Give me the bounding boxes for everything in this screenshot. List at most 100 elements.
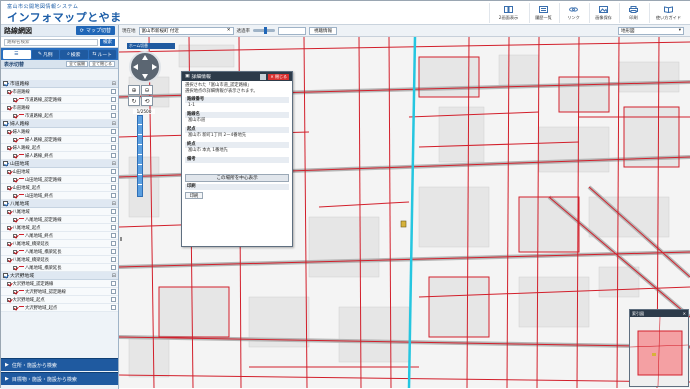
zoom-out-area-button[interactable]: ⊖: [141, 85, 153, 95]
layer-item[interactable]: 八尾地域: [1, 208, 118, 216]
layer-item-checkbox[interactable]: [7, 297, 11, 302]
layer-info-icon[interactable]: [111, 177, 116, 182]
collapse-icon[interactable]: ⊟: [112, 161, 116, 167]
guide-button[interactable]: 使い方ガイド: [649, 3, 687, 23]
layer-info-icon[interactable]: [111, 185, 116, 190]
layer-info-icon[interactable]: [111, 249, 116, 254]
layer-item-checkbox[interactable]: [13, 193, 17, 198]
tab-legend[interactable]: ✎ 凡例: [31, 49, 59, 59]
layer-item[interactable]: 山田地域_終点: [1, 192, 118, 200]
layer-group-checkbox[interactable]: [3, 81, 8, 86]
layer-group[interactable]: 八尾地域 ⊟: [1, 200, 118, 208]
layer-item-checkbox[interactable]: [7, 105, 11, 110]
layer-item[interactable]: 婦人路線_終点: [1, 152, 118, 160]
landmark-search-button[interactable]: ▶ 目標物・施設・施設から検索: [1, 372, 118, 385]
image-save-button[interactable]: 画像保存: [589, 3, 617, 23]
layer-item-checkbox[interactable]: [7, 225, 11, 230]
pan-left-arrow-icon[interactable]: [133, 64, 138, 70]
tab-search[interactable]: ⌕ 検索: [60, 49, 88, 59]
view-info-button[interactable]: 視聴情報: [309, 26, 337, 35]
center-here-button[interactable]: この場所を中心表示: [185, 174, 289, 182]
minimize-button[interactable]: [260, 73, 267, 80]
map-area[interactable]: 現在地 富山市新桜町 付近 ✕ 透過率 視聴情報 地形図 ▾ ホーム切替 ⊕ ⊖…: [119, 25, 690, 388]
pan-down-arrow-icon[interactable]: [142, 74, 148, 79]
home-switch-bar[interactable]: ホーム切替: [127, 43, 175, 49]
layer-item[interactable]: 山田地域_起点: [1, 184, 118, 192]
layer-info-icon[interactable]: [111, 193, 116, 198]
address-field[interactable]: 富山市新桜町 付近 ✕: [138, 26, 234, 35]
layer-item-checkbox[interactable]: [7, 281, 11, 286]
layer-item[interactable]: 八尾地域_終点: [1, 232, 118, 240]
layer-item[interactable]: 山田地域_認定路線: [1, 176, 118, 184]
layer-item[interactable]: 大沢野地域_起点: [1, 296, 118, 304]
layer-item-checkbox[interactable]: [13, 265, 17, 270]
collapse-all-button[interactable]: 全て閉じる: [89, 61, 115, 67]
layer-item[interactable]: 市道路線_認定路線: [1, 96, 118, 104]
collapse-icon[interactable]: ⊟: [112, 273, 116, 279]
layer-info-icon[interactable]: [111, 209, 116, 214]
layer-item[interactable]: 八尾地域_起点: [1, 224, 118, 232]
address-search-button[interactable]: ▶ 住所・施設から検索: [1, 358, 118, 371]
layer-info-icon[interactable]: [111, 153, 116, 158]
dual-screen-button[interactable]: 2画面表示: [489, 3, 527, 23]
expand-all-button[interactable]: 全て展開: [66, 61, 88, 67]
opacity-value-field[interactable]: [278, 26, 306, 35]
layer-info-icon[interactable]: [111, 225, 116, 230]
layer-info-icon[interactable]: [111, 169, 116, 174]
layer-item-checkbox[interactable]: [13, 113, 17, 118]
layer-info-icon[interactable]: [111, 129, 116, 134]
layer-group[interactable]: 婦人路線 ⊟: [1, 120, 118, 128]
layer-info-icon[interactable]: [111, 289, 116, 294]
overview-canvas[interactable]: [629, 316, 689, 387]
layer-item[interactable]: 八尾地域_橋梁延長: [1, 248, 118, 256]
route-search-input[interactable]: [4, 38, 98, 46]
layer-item-checkbox[interactable]: [13, 233, 17, 238]
reset-view-button[interactable]: ⟲: [141, 96, 153, 106]
zoom-in-area-button[interactable]: ⊕: [128, 85, 140, 95]
layer-item[interactable]: 大沢野地域_起点: [1, 304, 118, 312]
layer-item[interactable]: 八尾地域_橋梁延長: [1, 256, 118, 264]
opacity-slider[interactable]: [253, 27, 275, 34]
layer-item-checkbox[interactable]: [13, 153, 17, 158]
layer-group-checkbox[interactable]: [3, 161, 8, 166]
map-switch-button[interactable]: ⟳ マップ切替: [75, 26, 115, 35]
layer-info-icon[interactable]: [111, 241, 116, 246]
layer-item-checkbox[interactable]: [13, 177, 17, 182]
tab-route[interactable]: ⇆ ルート: [88, 49, 116, 59]
layer-info-icon[interactable]: [111, 113, 116, 118]
layer-item-checkbox[interactable]: [7, 169, 11, 174]
layer-item[interactable]: 八尾地域_認定路線: [1, 216, 118, 224]
pan-up-arrow-icon[interactable]: [142, 55, 148, 60]
layer-item[interactable]: 大沢野地域_認定路線: [1, 288, 118, 296]
popup-print-button[interactable]: 印刷: [185, 192, 203, 199]
popup-close-button[interactable]: ✕ 閉じる: [268, 73, 289, 80]
layer-item-checkbox[interactable]: [13, 137, 17, 142]
layer-item[interactable]: 婦人路線: [1, 128, 118, 136]
layer-item[interactable]: 市道路線: [1, 88, 118, 96]
layer-info-icon[interactable]: [111, 281, 116, 286]
close-icon[interactable]: ✕: [227, 28, 231, 33]
layer-group-checkbox[interactable]: [3, 121, 8, 126]
layer-info-icon[interactable]: [111, 217, 116, 222]
layer-group[interactable]: 山田地域 ⊟: [1, 160, 118, 168]
collapse-icon[interactable]: ⊟: [112, 201, 116, 207]
pan-compass[interactable]: [129, 51, 161, 83]
layer-item-checkbox[interactable]: [7, 209, 11, 214]
layer-group[interactable]: 市道路線 ⊟: [1, 80, 118, 88]
collapse-icon[interactable]: ⊟: [112, 81, 116, 87]
layer-info-icon[interactable]: [111, 145, 116, 150]
layer-item[interactable]: 山田地域: [1, 168, 118, 176]
layer-item-checkbox[interactable]: [13, 249, 17, 254]
layer-info-icon[interactable]: [111, 105, 116, 110]
layer-item[interactable]: 大沢野地域_認定路線: [1, 280, 118, 288]
layer-info-icon[interactable]: [111, 233, 116, 238]
layer-info-icon[interactable]: [111, 257, 116, 262]
layer-item[interactable]: 市道路線_起点: [1, 112, 118, 120]
print-button[interactable]: 印刷: [619, 3, 647, 23]
route-search-button[interactable]: 検索: [100, 38, 115, 46]
layer-item[interactable]: 婦人路線_起点: [1, 144, 118, 152]
layer-item-checkbox[interactable]: [13, 217, 17, 222]
layer-item-checkbox[interactable]: [7, 257, 11, 262]
layer-item-checkbox[interactable]: [7, 185, 11, 190]
layer-info-icon[interactable]: [111, 97, 116, 102]
